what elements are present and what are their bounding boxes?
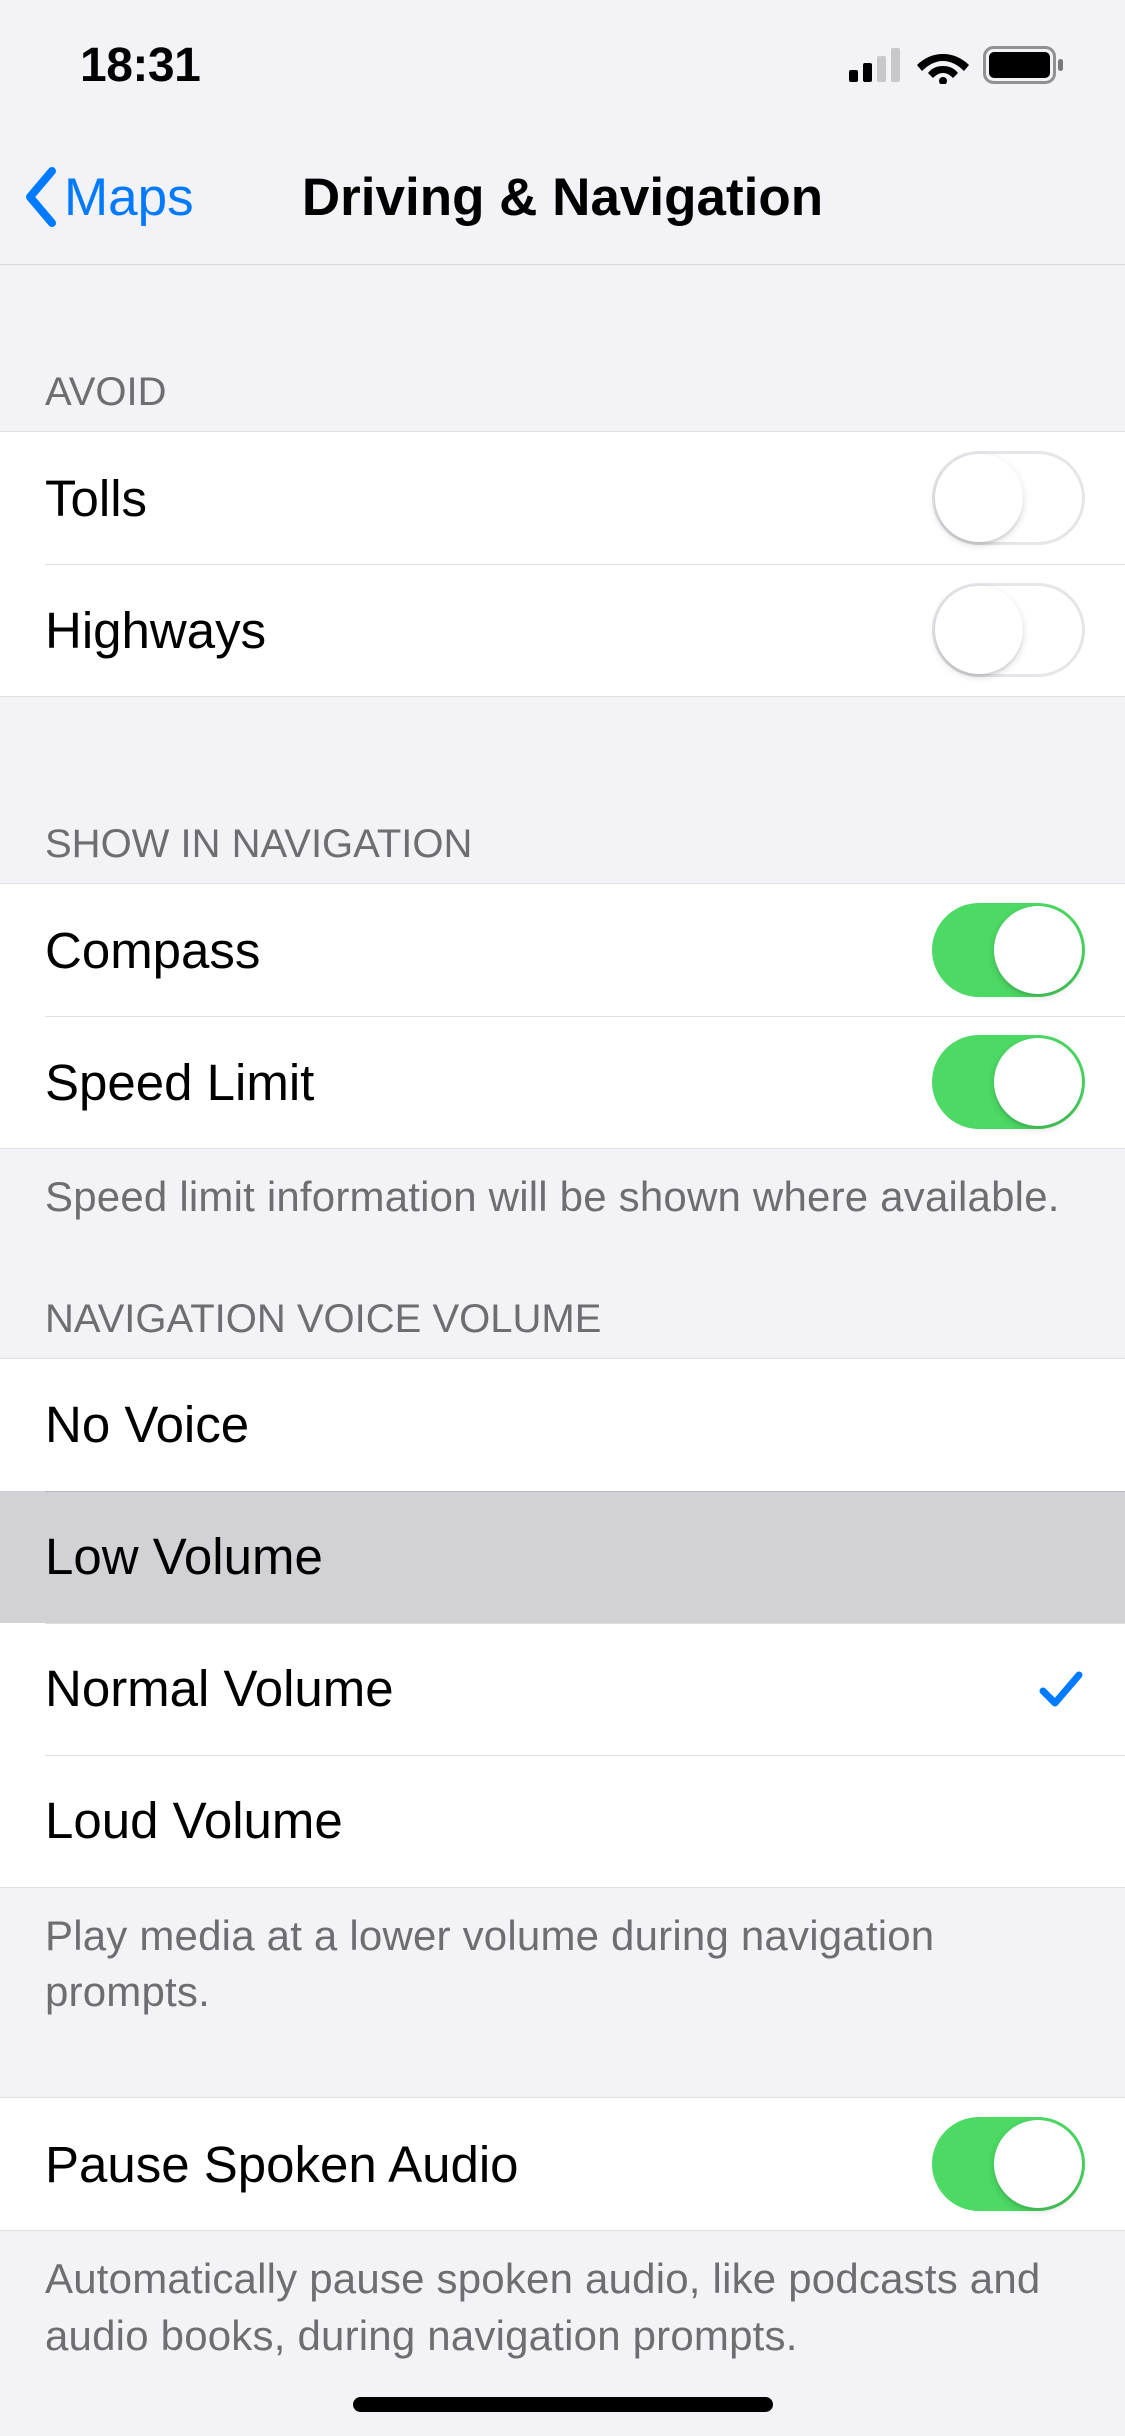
row-no-voice[interactable]: No Voice	[0, 1359, 1125, 1491]
wifi-icon	[917, 46, 969, 84]
section-header-show: Show in Navigation	[0, 697, 1125, 883]
chevron-left-icon	[22, 167, 58, 227]
section-footer-show: Speed limit information will be shown wh…	[0, 1149, 1125, 1242]
list-avoid: Tolls Highways	[0, 431, 1125, 697]
section-header-volume: Navigation Voice Volume	[0, 1242, 1125, 1358]
row-loud-volume[interactable]: Loud Volume	[0, 1755, 1125, 1887]
back-label: Maps	[64, 167, 194, 228]
row-label-tolls: Tolls	[45, 469, 147, 528]
home-indicator[interactable]	[353, 2397, 773, 2412]
row-label-low-volume: Low Volume	[45, 1527, 323, 1586]
cellular-icon	[849, 48, 903, 82]
row-label-normal-volume: Normal Volume	[45, 1659, 394, 1718]
status-bar: 18:31	[0, 0, 1125, 130]
battery-icon	[983, 46, 1065, 84]
section-footer-pause: Automatically pause spoken audio, like p…	[0, 2231, 1125, 2380]
row-normal-volume[interactable]: Normal Volume	[0, 1623, 1125, 1755]
section-footer-volume: Play media at a lower volume during navi…	[0, 1888, 1125, 2037]
row-label-speed-limit: Speed Limit	[45, 1053, 314, 1112]
row-label-no-voice: No Voice	[45, 1395, 249, 1454]
list-pause: Pause Spoken Audio	[0, 2097, 1125, 2231]
list-show: Compass Speed Limit	[0, 883, 1125, 1149]
switch-pause-spoken-audio[interactable]	[932, 2117, 1085, 2211]
checkmark-icon	[1037, 1665, 1085, 1713]
list-volume: No Voice Low Volume Normal Volume Loud V…	[0, 1358, 1125, 1888]
switch-compass[interactable]	[932, 903, 1085, 997]
row-tolls[interactable]: Tolls	[0, 432, 1125, 564]
navigation-bar: Maps Driving & Navigation	[0, 130, 1125, 265]
row-label-loud-volume: Loud Volume	[45, 1791, 343, 1850]
back-button[interactable]: Maps	[0, 167, 194, 228]
switch-tolls[interactable]	[932, 451, 1085, 545]
row-highways[interactable]: Highways	[0, 564, 1125, 696]
status-time: 18:31	[80, 38, 200, 93]
status-icons	[849, 46, 1065, 84]
row-label-compass: Compass	[45, 921, 260, 980]
row-label-highways: Highways	[45, 601, 266, 660]
switch-speed-limit[interactable]	[932, 1035, 1085, 1129]
row-pause-spoken-audio[interactable]: Pause Spoken Audio	[0, 2098, 1125, 2230]
row-compass[interactable]: Compass	[0, 884, 1125, 1016]
row-label-pause: Pause Spoken Audio	[45, 2135, 519, 2194]
row-low-volume[interactable]: Low Volume	[0, 1491, 1125, 1623]
section-header-avoid: Avoid	[0, 265, 1125, 431]
row-speed-limit[interactable]: Speed Limit	[0, 1016, 1125, 1148]
switch-highways[interactable]	[932, 583, 1085, 677]
